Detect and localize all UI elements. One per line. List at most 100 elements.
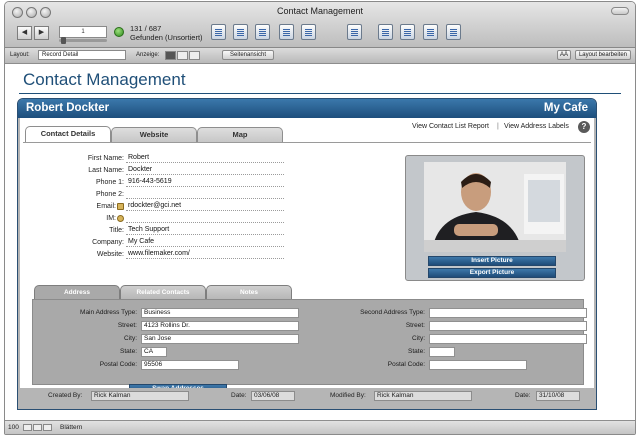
phone2-label: Phone 2: xyxy=(95,191,124,198)
print-icon[interactable] xyxy=(301,24,316,40)
next-record-button[interactable]: ▶ xyxy=(34,26,49,40)
state2-field[interactable] xyxy=(429,347,455,357)
main-address-type-field[interactable]: Business xyxy=(141,308,299,318)
edit-layout-button[interactable]: Layout bearbeiten xyxy=(575,50,631,60)
im-field[interactable] xyxy=(126,213,284,223)
table-view-button[interactable] xyxy=(189,51,200,60)
status-toggle-icon[interactable] xyxy=(43,424,52,431)
app-window: Contact Management ◀ ▶ 1 131 / 687 Gefun… xyxy=(4,1,636,435)
first-name-label: First Name: xyxy=(87,155,124,162)
portrait-image xyxy=(424,162,566,252)
modified-by-field: Rick Kalman xyxy=(374,391,472,401)
modified-date-label: Date: xyxy=(515,392,531,399)
layout-bar: Layout: Record Detail Anzeige: Seitenans… xyxy=(5,48,635,64)
created-by-field: Rick Kalman xyxy=(91,391,189,401)
record-footer: Created By: Rick Kalman Date: 03/06/08 M… xyxy=(18,388,596,404)
state-field[interactable]: CA xyxy=(141,347,167,357)
street2-field[interactable] xyxy=(429,321,587,331)
phone2-field[interactable] xyxy=(126,189,284,199)
tab-map[interactable]: Map xyxy=(197,127,283,142)
record-number-input[interactable]: 1 xyxy=(59,26,107,38)
tab-website[interactable]: Website xyxy=(111,127,197,142)
address-panel: Main Address Type: Business Street: 4123… xyxy=(32,299,587,385)
mode-indicator[interactable]: Blättern xyxy=(60,424,82,431)
record-slider-handle[interactable] xyxy=(61,37,66,44)
street-label: Street: xyxy=(117,322,137,329)
state-label: State: xyxy=(120,348,137,355)
form-view-button[interactable] xyxy=(165,51,176,60)
list-view-button[interactable] xyxy=(177,51,188,60)
tab-notes[interactable]: Notes xyxy=(206,285,292,300)
export-icon[interactable] xyxy=(347,24,362,40)
email-icon[interactable] xyxy=(117,203,124,210)
view-contact-list-link[interactable]: View Contact List Report xyxy=(412,123,489,130)
email-field[interactable]: rdockter@gci.net xyxy=(126,201,284,211)
find-icon[interactable] xyxy=(255,24,270,40)
window-title: Contact Management xyxy=(276,6,364,16)
zoom-out-icon[interactable] xyxy=(23,424,32,431)
second-address-type-field[interactable] xyxy=(429,308,587,318)
postal-code2-label: Postal Code: xyxy=(387,361,425,368)
new-record-icon[interactable] xyxy=(211,24,226,40)
tab-related-contacts[interactable]: Related Contacts xyxy=(120,285,206,300)
found-status: Gefunden (Unsortiert) xyxy=(130,33,203,42)
title-label: Title: xyxy=(109,227,124,234)
view-label: Anzeige: xyxy=(136,52,160,58)
im-label: IM: xyxy=(106,215,116,222)
insert-picture-button[interactable]: Insert Picture xyxy=(428,256,556,266)
title-field[interactable]: Tech Support xyxy=(126,225,284,235)
zoom-level[interactable]: 100 xyxy=(8,424,19,431)
city2-field[interactable] xyxy=(429,334,587,344)
created-date-label: Date: xyxy=(231,392,247,399)
previous-record-button[interactable]: ◀ xyxy=(17,26,32,40)
record-header: Robert Dockter My Cafe xyxy=(18,99,596,118)
calendar-icon[interactable] xyxy=(400,24,415,40)
delete-record-icon[interactable] xyxy=(233,24,248,40)
email-label: Email: xyxy=(96,203,116,210)
phone1-label: Phone 1: xyxy=(95,179,124,186)
street-field[interactable]: 4123 Rollins Dr. xyxy=(141,321,299,331)
second-address-type-label: Second Address Type: xyxy=(360,309,425,316)
text-format-button[interactable]: AÄ xyxy=(557,50,571,60)
chart-icon[interactable] xyxy=(423,24,438,40)
toolbar-toggle-button[interactable] xyxy=(611,7,629,15)
im-icon[interactable] xyxy=(117,215,124,222)
layout-select[interactable]: Record Detail xyxy=(38,50,126,60)
view-address-labels-link[interactable]: View Address Labels xyxy=(504,123,569,130)
content-area: Contact Management Robert Dockter My Caf… xyxy=(5,65,635,421)
phone1-field[interactable]: 916-443-5619 xyxy=(126,177,284,187)
record-slider[interactable] xyxy=(59,39,107,42)
record-count: 131 / 687 xyxy=(130,24,162,33)
record-company: My Cafe xyxy=(543,102,588,114)
help-icon[interactable]: ? xyxy=(578,121,590,133)
city-field[interactable]: San Jose xyxy=(141,334,299,344)
sort-icon[interactable] xyxy=(279,24,294,40)
contact-photo[interactable] xyxy=(424,162,566,252)
website-field[interactable]: www.filemaker.com/ xyxy=(126,249,284,259)
record-body: Contact Details Website Map View Contact… xyxy=(20,118,594,394)
export-picture-button[interactable]: Export Picture xyxy=(428,268,556,278)
preview-icon[interactable] xyxy=(378,24,393,40)
postal-code2-field[interactable] xyxy=(429,360,527,370)
tab-contact-details[interactable]: Contact Details xyxy=(25,126,111,142)
postal-code-label: Postal Code: xyxy=(99,361,137,368)
last-name-label: Last Name: xyxy=(88,167,124,174)
search-icon[interactable] xyxy=(446,24,461,40)
postal-code-field[interactable]: 95506 xyxy=(141,360,239,370)
tab-divider xyxy=(23,142,591,143)
zoom-in-icon[interactable] xyxy=(33,424,42,431)
layout-label: Layout: xyxy=(10,52,30,58)
modified-by-label: Modified By: xyxy=(330,392,366,399)
last-name-field[interactable]: Dockter xyxy=(126,165,284,175)
show-all-records-icon[interactable] xyxy=(114,27,124,37)
record-panel: Robert Dockter My Cafe Contact Details W… xyxy=(17,98,597,410)
record-name: Robert Dockter xyxy=(26,102,110,114)
city-label: City: xyxy=(124,335,137,342)
preview-button[interactable]: Seitenansicht xyxy=(222,50,274,60)
company-field[interactable]: My Cafe xyxy=(126,237,284,247)
photo-container: Insert Picture Export Picture xyxy=(405,155,585,281)
main-address-type-label: Main Address Type: xyxy=(80,309,137,316)
first-name-field[interactable]: Robert xyxy=(126,153,284,163)
modified-date-field: 31/10/08 xyxy=(536,391,580,401)
title-divider xyxy=(19,93,621,94)
